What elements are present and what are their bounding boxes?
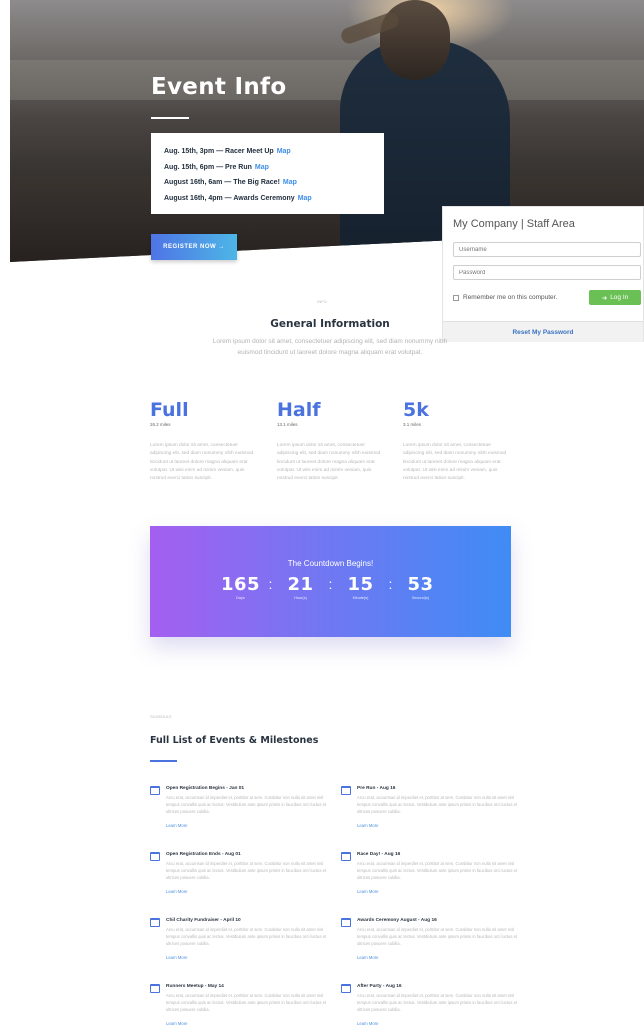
register-now-button[interactable]: REGISTER NOW →	[151, 234, 237, 260]
event-title: Pre Run - Aug 16	[357, 786, 396, 791]
countdown-minutes-value: 15	[347, 574, 374, 595]
map-link[interactable]: Map	[298, 195, 312, 202]
distance-card-half: Half 13.1 miles Lorem ipsum dolor sit am…	[277, 399, 387, 483]
event-title: Awards Ceremony August - Aug 16	[357, 918, 437, 923]
page-title: Event Info	[151, 74, 287, 100]
event-text: Arcu erat, accumsan id imperdiet et, por…	[166, 861, 327, 880]
learn-more-link[interactable]: Learn More	[357, 955, 378, 960]
info-line: Aug. 15th, 3pm — Racer Meet Up Map	[164, 144, 384, 160]
map-link[interactable]: Map	[283, 179, 297, 186]
distance-card-full: Full 26.2 miles Lorem ipsum dolor sit am…	[150, 399, 260, 483]
calendar-icon	[150, 786, 160, 795]
distance-miles: 26.2 miles	[150, 422, 171, 427]
learn-more-link[interactable]: Learn More	[166, 889, 187, 894]
general-eyebrow: INFO	[317, 299, 327, 304]
schedule-title: Full List of Events & Milestones	[150, 735, 319, 746]
countdown-title: The Countdown Begins!	[287, 559, 374, 568]
staff-panel-title: My Company | Staff Area	[453, 218, 575, 230]
countdown-hours-label: Hour(s)	[294, 596, 307, 600]
password-input[interactable]	[453, 265, 641, 280]
distance-heading: Half	[277, 399, 321, 421]
event-text: Arcu erat, accumsan id imperdiet et, por…	[166, 795, 327, 814]
calendar-icon	[150, 852, 160, 861]
learn-more-link[interactable]: Learn More	[357, 823, 378, 828]
event-title: After Party - Aug 16	[357, 984, 402, 989]
countdown-separator: :	[268, 576, 273, 592]
event-text: Arcu erat, accumsan id imperdiet et, por…	[357, 861, 518, 880]
countdown-hours: 21 Hour(s)	[279, 574, 323, 600]
calendar-icon	[341, 918, 351, 927]
general-text: Lorem ipsum dolor sit amet, consectetuer…	[212, 338, 448, 356]
event-title: Open Registration Begins - Jan 01	[166, 786, 245, 791]
schedule-eyebrow: SCHEDULE	[150, 714, 172, 719]
countdown-minutes: 15 Minute(s)	[339, 574, 383, 600]
learn-more-link[interactable]: Learn More	[166, 1021, 187, 1026]
distance-card-5k: 5k 3.1 miles Lorem ipsum dolor sit amet,…	[403, 399, 513, 483]
username-input[interactable]	[453, 242, 641, 257]
event-title: Race Day! - Aug 16	[357, 852, 401, 857]
learn-more-link[interactable]: Learn More	[357, 1021, 378, 1026]
distance-text: Lorem ipsum dolor sit amet, consectetuer…	[403, 443, 507, 482]
distance-text: Lorem ipsum dolor sit amet, consectetuer…	[150, 443, 254, 482]
info-line: Aug. 15th, 6pm — Pre Run Map	[164, 160, 384, 176]
event-title: Open Registration Ends - Aug 01	[166, 852, 241, 857]
countdown-values: 165 Days : 21 Hour(s) : 15 Minute(s) : 5…	[150, 574, 511, 600]
calendar-icon	[341, 786, 351, 795]
calendar-icon	[341, 984, 351, 993]
distance-miles: 13.1 miles	[277, 422, 298, 427]
distance-miles: 3.1 miles	[403, 422, 422, 427]
info-line-text: August 16th, 6am — The Big Race!	[164, 179, 280, 187]
countdown-timer: The Countdown Begins! 165 Days : 21 Hour…	[150, 526, 511, 637]
map-link[interactable]: Map	[255, 164, 269, 171]
general-title: General Information	[270, 318, 390, 330]
distance-text: Lorem ipsum dolor sit amet, consectetuer…	[277, 443, 381, 482]
info-line-text: Aug. 15th, 6pm — Pre Run	[164, 163, 252, 171]
event-text: Arcu erat, accumsan id imperdiet et, por…	[357, 927, 518, 946]
countdown-days-value: 165	[220, 574, 261, 595]
countdown-seconds-value: 53	[407, 574, 434, 595]
info-line: August 16th, 6am — The Big Race! Map	[164, 175, 384, 191]
calendar-icon	[150, 918, 160, 927]
countdown-days-label: Days	[236, 596, 245, 600]
countdown-days: 165 Days	[219, 574, 263, 600]
learn-more-link[interactable]: Learn More	[357, 889, 378, 894]
map-link[interactable]: Map	[277, 148, 291, 155]
event-text: Arcu erat, accumsan id imperdiet et, por…	[166, 993, 327, 1012]
event-title: Runners Meetup - May 14	[166, 984, 224, 989]
calendar-icon	[341, 852, 351, 861]
countdown-seconds: 53 Second(s)	[399, 574, 443, 600]
distance-heading: Full	[150, 399, 189, 421]
event-text: Arcu erat, accumsan id imperdiet et, por…	[357, 795, 518, 814]
event-text: Arcu erat, accumsan id imperdiet et, por…	[166, 927, 327, 946]
countdown-separator: :	[328, 576, 333, 592]
countdown-minutes-label: Minute(s)	[352, 596, 369, 600]
hero-background-haze	[10, 60, 644, 100]
event-title: Chil Charity Fundraiser - April 10	[166, 918, 241, 923]
countdown-separator: :	[388, 576, 393, 592]
learn-more-link[interactable]: Learn More	[166, 955, 187, 960]
calendar-icon	[150, 984, 160, 993]
schedule-divider	[150, 760, 177, 762]
title-divider	[151, 117, 189, 119]
info-line: August 16th, 4pm — Awards Ceremony Map	[164, 191, 384, 207]
event-text: Arcu erat, accumsan id imperdiet et, por…	[357, 993, 518, 1012]
distance-heading: 5k	[403, 399, 429, 421]
info-line-text: August 16th, 4pm — Awards Ceremony	[164, 194, 295, 202]
event-info-box: Aug. 15th, 3pm — Racer Meet Up Map Aug. 1…	[151, 133, 384, 214]
info-line-text: Aug. 15th, 3pm — Racer Meet Up	[164, 148, 274, 155]
countdown-seconds-label: Second(s)	[411, 596, 430, 600]
countdown-hours-value: 21	[287, 574, 314, 595]
learn-more-link[interactable]: Learn More	[166, 823, 187, 828]
